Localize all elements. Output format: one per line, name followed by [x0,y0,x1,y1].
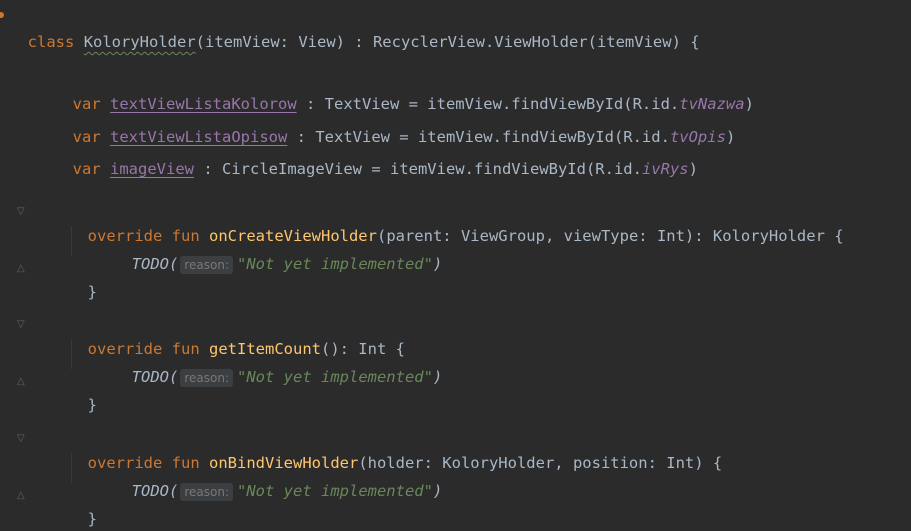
code-line-fun-onbindviewholder[interactable]: override fun onBindViewHolder(holder: Ko… [69,427,723,472]
fold-open-icon[interactable]: ▽ [17,434,27,444]
closing-paren: ) [688,160,698,178]
property-initializer: : CircleImageView = itemView.findViewByI… [194,160,642,178]
function-signature: (parent: ViewGroup, viewType: Int): Kolo… [376,227,844,245]
code-line-class-declaration[interactable]: class KoloryHolder(itemView: View) : Rec… [9,6,700,51]
closing-paren: ) [432,482,443,500]
resource-id: ivRys [641,160,689,178]
code-line-fun-oncreateviewholder[interactable]: override fun onCreateViewHolder(parent: … [69,200,844,245]
keyword-var: var [72,160,101,178]
class-name: KoloryHolder [83,33,196,51]
string-literal: "Not yet implemented" [237,482,433,500]
code-line-close-brace: } [69,483,97,528]
closing-paren: ) [744,95,754,113]
code-line-property-opisow[interactable]: var textViewListaOpisow : TextView = ite… [54,101,736,146]
string-literal: "Not yet implemented" [237,368,433,386]
property-name: imageView [110,160,195,178]
editor-gutter [0,0,18,517]
parameter-hint: reason: [180,369,233,387]
keyword-class: class [27,33,75,51]
fold-open-icon[interactable]: ▽ [17,320,27,330]
closing-brace: } [87,396,98,414]
code-line-property-kolorow[interactable]: var textViewListaKolorow : TextView = it… [54,68,754,113]
fold-close-icon[interactable]: △ [17,377,27,387]
closing-brace: } [87,510,98,528]
closing-brace: } [87,283,98,301]
class-signature: (itemView: View) : RecyclerView.ViewHold… [195,33,700,51]
closing-paren: ) [432,368,443,386]
fold-open-icon[interactable]: ▽ [17,207,27,217]
parameter-hint: reason: [180,483,233,501]
string-literal: "Not yet implemented" [237,255,433,273]
todo-call: TODO( [131,482,179,500]
code-line-todo[interactable]: TODO(reason: "Not yet implemented") [113,341,442,387]
code-line-todo[interactable]: TODO(reason: "Not yet implemented") [113,228,442,274]
code-line-close-brace: } [69,256,97,301]
code-line-fun-getitemcount[interactable]: override fun getItemCount(): Int { [69,313,405,358]
closing-paren: ) [432,255,443,273]
code-line-close-brace: } [69,369,97,414]
code-line-property-image[interactable]: var imageView : CircleImageView = itemVi… [54,133,698,178]
code-line-todo[interactable]: TODO(reason: "Not yet implemented") [113,455,442,501]
parameter-hint: reason: [180,256,233,274]
fold-close-icon[interactable]: △ [17,491,27,501]
closing-paren: ) [725,128,736,146]
fold-close-icon[interactable]: △ [17,264,27,274]
todo-call: TODO( [131,368,179,386]
todo-call: TODO( [131,255,179,273]
